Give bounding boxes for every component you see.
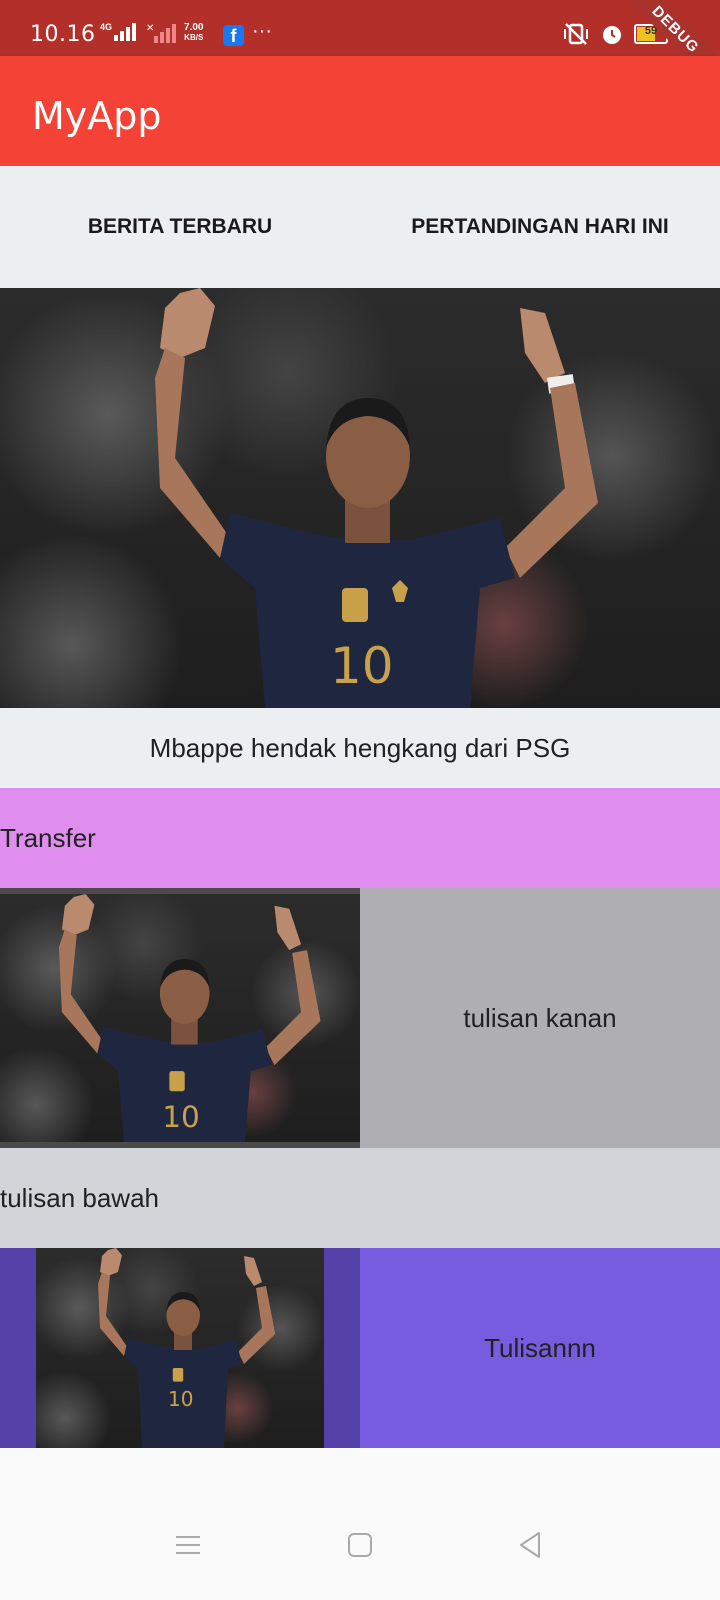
svg-text:✕: ✕ xyxy=(146,23,154,34)
menu-button[interactable] xyxy=(138,1490,238,1600)
tab-pertandingan-hari-ini[interactable]: PERTANDINGAN HARI INI xyxy=(360,166,720,288)
status-right-icons: 59 xyxy=(562,22,668,46)
facebook-icon: f xyxy=(223,25,244,46)
home-button[interactable] xyxy=(310,1490,410,1600)
home-icon xyxy=(348,1533,372,1557)
row-image-text-2: 10 Tulisannn xyxy=(0,1248,720,1448)
menu-icon xyxy=(176,1536,200,1554)
vibrate-icon xyxy=(564,23,588,45)
back-button[interactable] xyxy=(480,1490,580,1600)
more-notifications-icon: ··· xyxy=(252,20,272,42)
tab-bar: BERITA TERBARU PERTANDINGAN HARI INI xyxy=(0,166,720,288)
transfer-label: Transfer xyxy=(0,822,96,853)
news-headline: Mbappe hendak hengkang dari PSG xyxy=(0,708,720,788)
net-speed: 7.00 KB/S xyxy=(184,23,203,43)
shirt-number: 10 xyxy=(162,1100,200,1134)
row1-text: tulisan kanan xyxy=(360,888,720,1148)
status-time: 10.16 xyxy=(30,22,96,47)
transfer-section: Transfer xyxy=(0,788,720,888)
tab-berita-terbaru[interactable]: BERITA TERBARU xyxy=(0,166,360,288)
player-photo: 10 xyxy=(155,288,598,708)
hero-photo: 10 xyxy=(0,288,720,708)
shirt-number: 10 xyxy=(168,1387,193,1411)
bawah-section: tulisan bawah xyxy=(0,1148,720,1248)
player-photo-small-2: 10 xyxy=(98,1248,276,1448)
player-photo-small: 10 xyxy=(58,894,321,1142)
system-nav-bar xyxy=(0,1490,720,1600)
row-image-text-1: 10 tulisan kanan xyxy=(0,888,720,1148)
row2-text: Tulisannn xyxy=(360,1248,720,1448)
signal-icon: 4G xyxy=(100,23,136,41)
row2-photo: 10 xyxy=(0,1248,360,1448)
net-speed-value: 7.00 xyxy=(184,22,204,33)
status-bar: 10.16 4G ✕ 7.00 KB/S f ··· 59 DEBUG xyxy=(0,0,720,99)
row1-photo: 10 xyxy=(0,888,360,1148)
app-bar: MyApp xyxy=(0,56,720,166)
shirt-number: 10 xyxy=(330,637,394,695)
app-title: MyApp xyxy=(32,94,162,138)
signal-icon-secondary: ✕ xyxy=(146,23,176,45)
bawah-label: tulisan bawah xyxy=(0,1182,159,1213)
network-type-label: 4G xyxy=(100,22,113,32)
alarm-icon xyxy=(603,26,621,44)
back-icon xyxy=(520,1532,540,1558)
net-speed-unit: KB/S xyxy=(184,33,204,42)
